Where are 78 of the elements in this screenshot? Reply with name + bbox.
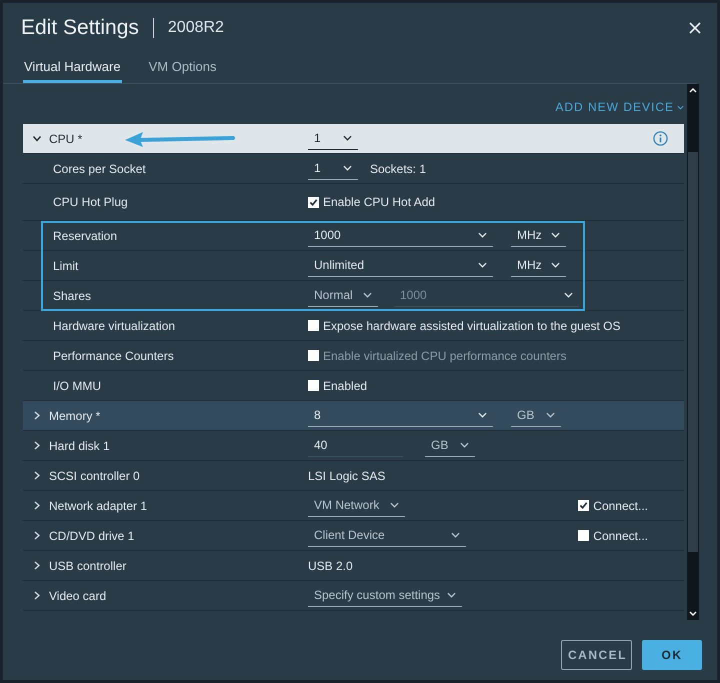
shares-level-select[interactable]: Normal	[308, 284, 378, 306]
unit-select[interactable]: GB	[511, 404, 561, 426]
device-select[interactable]: 8	[308, 404, 493, 426]
caret-icon	[677, 104, 684, 110]
close-icon[interactable]	[689, 22, 701, 34]
cpu-count-select[interactable]: 1	[308, 128, 358, 150]
chevron-icon[interactable]	[32, 136, 42, 142]
sockets-text: Sockets: 1	[370, 162, 426, 176]
caret-icon	[546, 412, 555, 418]
caret-icon	[460, 442, 469, 448]
device-label: Memory *	[49, 408, 100, 422]
setting-label: Cores per Socket	[53, 162, 146, 176]
dialog-title: Edit Settings	[21, 16, 139, 40]
setting-select[interactable]: 1	[308, 158, 358, 180]
size-input[interactable]: 40	[308, 434, 403, 456]
setting-select[interactable]: 1000	[308, 224, 493, 246]
unit-select[interactable]: GB	[425, 434, 475, 456]
add-device-button[interactable]: ADD NEW DEVICE	[555, 98, 684, 116]
caret-icon	[451, 532, 460, 538]
device-label: Video card	[49, 588, 106, 602]
setting-select[interactable]: Unlimited	[308, 254, 493, 276]
device-row[interactable]: USB controller USB 2.0	[23, 551, 684, 581]
device-row[interactable]: CD/DVD drive 1 Client Device Connect...	[23, 521, 684, 551]
checkbox[interactable]: Enable CPU Hot Add	[308, 195, 436, 209]
device-row[interactable]: Video card Specify custom settings	[23, 581, 684, 611]
checkbox[interactable]: Expose hardware assisted virtualization to the guest OS	[308, 318, 620, 332]
scroll-up-icon[interactable]	[689, 88, 697, 93]
cancel-button[interactable]: CANCEL	[561, 640, 632, 670]
device-label: CD/DVD drive 1	[49, 528, 134, 542]
setting-label: Reservation	[53, 228, 118, 242]
caret-icon	[551, 262, 560, 268]
check-icon	[579, 501, 588, 510]
device-select[interactable]: Client Device	[308, 524, 466, 546]
caret-icon	[564, 292, 573, 298]
caret-icon	[390, 502, 399, 508]
shares-value-field[interactable]: 1000	[400, 288, 520, 302]
caret-icon	[363, 292, 372, 298]
caret-icon	[447, 592, 456, 598]
setting-label: Hardware virtualization	[53, 318, 176, 332]
device-row[interactable]: Memory * 8 GB	[23, 401, 684, 431]
device-value: USB 2.0	[308, 558, 353, 572]
caret-icon	[478, 262, 487, 268]
scroll-down-icon[interactable]	[689, 611, 697, 616]
device-select[interactable]: VM Network	[308, 494, 405, 516]
device-value: LSI Logic SAS	[308, 468, 386, 482]
device-row[interactable]: Hard disk 1 40 GB	[23, 431, 684, 461]
connect-checkbox[interactable]: Connect...	[578, 528, 648, 542]
setting-label: I/O MMU	[53, 378, 101, 392]
setting-label: Performance Counters	[53, 348, 174, 362]
device-label: CPU *	[49, 132, 82, 146]
setting-label: CPU Hot Plug	[53, 195, 128, 209]
caret-icon	[343, 134, 352, 140]
caret-icon	[551, 232, 560, 238]
device-label: USB controller	[49, 558, 126, 572]
scrollbar[interactable]	[687, 84, 699, 620]
tab[interactable]: Virtual Hardware	[23, 57, 122, 83]
caret-icon	[343, 164, 352, 170]
setting-label: Limit	[53, 258, 78, 272]
unit-select[interactable]: MHz	[511, 254, 566, 276]
device-label: SCSI controller 0	[49, 468, 140, 482]
device-label: Network adapter 1	[49, 498, 148, 512]
device-row[interactable]: Network adapter 1 VM Network Connect...	[23, 491, 684, 521]
cpu-header-row[interactable]: CPU * 1	[23, 124, 684, 154]
setting-label: Shares	[53, 288, 92, 302]
info-icon[interactable]	[653, 131, 668, 146]
unit-select[interactable]: MHz	[511, 224, 566, 246]
check-icon	[309, 198, 318, 206]
device-select[interactable]: Specify custom settings	[308, 584, 462, 606]
caret-icon	[478, 232, 487, 238]
ok-button[interactable]: OK	[642, 640, 702, 670]
tab[interactable]: VM Options	[148, 57, 218, 83]
connect-checkbox[interactable]: Connect...	[578, 498, 648, 512]
checkbox[interactable]: Enabled	[308, 378, 368, 392]
shares-value-select[interactable]: 1000	[394, 284, 579, 306]
device-row[interactable]: SCSI controller 0 LSI Logic SAS	[23, 461, 684, 491]
device-label: Hard disk 1	[49, 438, 110, 452]
caret-icon	[478, 412, 487, 418]
vm-name: 2008R2	[168, 19, 224, 37]
